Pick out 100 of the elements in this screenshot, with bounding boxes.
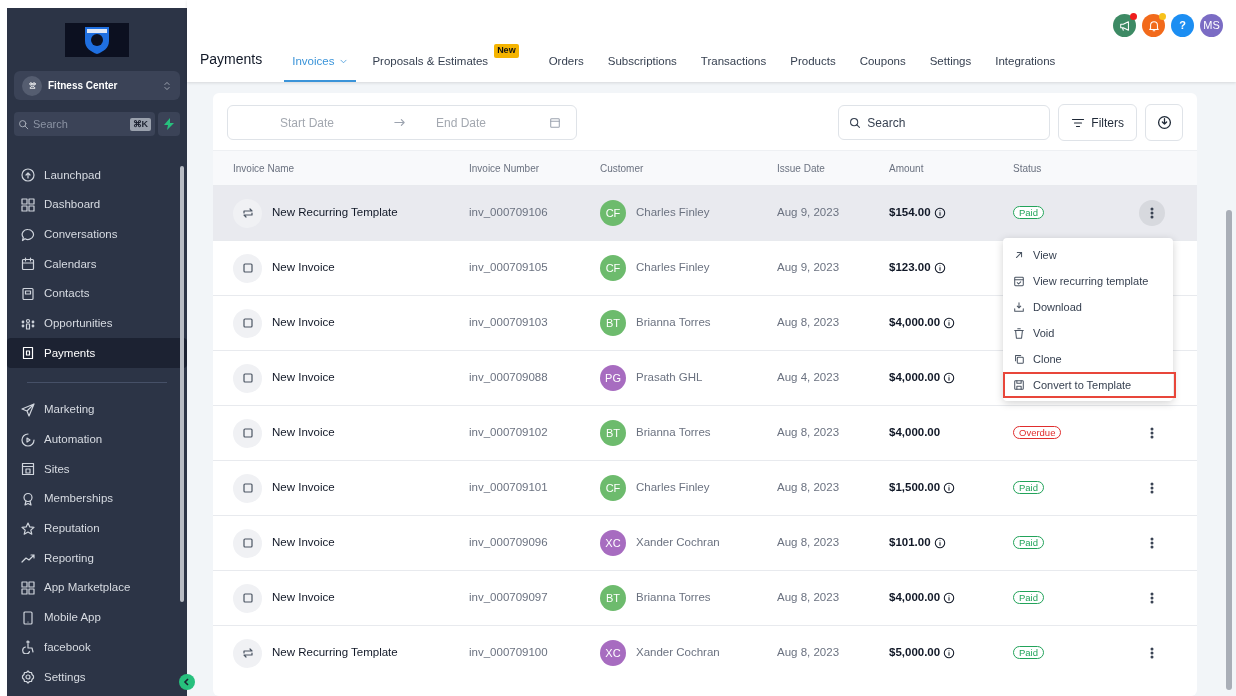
account-switcher[interactable]: Fitness Center	[14, 71, 180, 101]
status-badge: Paid	[1013, 481, 1044, 495]
sidebar-item[interactable]: Dashboard	[7, 190, 187, 220]
sidebar-item[interactable]: Conversations	[7, 219, 187, 250]
nav-tab[interactable]: Settings	[921, 52, 980, 82]
customer-avatar: BT	[600, 420, 626, 446]
announcements-button[interactable]	[1113, 14, 1136, 37]
notifications-button[interactable]	[1142, 14, 1165, 37]
sidebar-item[interactable]: Contacts	[7, 279, 187, 309]
info-icon	[943, 482, 956, 494]
customer-name: Xander Cochran	[636, 535, 720, 551]
settings-icon	[21, 670, 35, 685]
grid-icon	[21, 197, 35, 212]
invoice-number: inv_000709097	[469, 590, 549, 606]
table-row[interactable]: New Invoice inv_000709101 CF Charles Finley Aug 8, 2023 $1,500.00 Paid	[213, 460, 1197, 515]
invoice-number: inv_000709105	[469, 260, 549, 276]
user-avatar[interactable]: MS	[1200, 14, 1223, 37]
menu-item[interactable]: Convert to Template	[1003, 372, 1176, 398]
table-row[interactable]: New Recurring Template inv_000709100 XC Xander Cochran Aug 8, 2023 $5,000.00 Paid	[213, 625, 1197, 680]
nav-tab[interactable]: Orders	[540, 52, 592, 82]
invoice-name: New Invoice	[272, 260, 335, 276]
account-name: Fitness Center	[48, 79, 119, 94]
sidebar-item[interactable]: Opportunities	[7, 308, 187, 339]
invoice-number: inv_000709102	[469, 425, 549, 441]
invoice-name: New Invoice	[272, 370, 335, 386]
customer-name: Xander Cochran	[636, 645, 720, 661]
sidebar-item[interactable]: Payments	[7, 338, 187, 369]
search-field[interactable]: Search	[33, 116, 103, 133]
amount: $4,000.00	[889, 370, 941, 386]
invoice-name: New Invoice	[272, 480, 335, 496]
table-row[interactable]: New Invoice inv_000709096 XC Xander Cochran Aug 8, 2023 $101.00 Paid	[213, 515, 1197, 570]
nav-tab[interactable]: Coupons	[851, 52, 914, 82]
quick-action-button[interactable]	[158, 112, 180, 137]
menu-item[interactable]: View recurring template	[1003, 268, 1173, 294]
issue-date: Aug 8, 2023	[777, 425, 841, 441]
contact-book-icon	[21, 286, 35, 301]
scrollbar[interactable]	[1226, 210, 1232, 690]
invoice-number: inv_000709103	[469, 315, 549, 331]
info-icon	[933, 207, 946, 219]
invoice-number: inv_000709100	[469, 645, 549, 661]
amount: $5,000.00	[889, 645, 941, 661]
megaphone-icon	[1118, 19, 1131, 32]
menu-item[interactable]: View	[1003, 242, 1173, 268]
nav-tab[interactable]: Proposals & Estimates	[364, 52, 497, 82]
customer-name: Brianna Torres	[636, 425, 711, 441]
customer-name: Charles Finley	[636, 480, 710, 496]
sidebar-item[interactable]: Reporting	[7, 543, 187, 574]
sidebar-item[interactable]: facebook	[7, 632, 187, 663]
calendar-icon	[21, 257, 35, 272]
search-icon	[18, 118, 29, 130]
invoice-name: New Invoice	[272, 590, 335, 606]
search-field[interactable]: Search	[838, 105, 1051, 140]
nav-tab[interactable]: Transactions	[692, 52, 775, 82]
search-field[interactable]: Search ⌘K	[14, 112, 155, 137]
customer-avatar: XC	[600, 640, 626, 666]
issue-date: Aug 8, 2023	[777, 590, 841, 606]
nav-tab[interactable]: Products	[782, 52, 844, 82]
table-row[interactable]: New Invoice inv_000709102 BT Brianna Torres Aug 8, 2023 $4,000.00 Overdue	[213, 405, 1197, 460]
sidebar-item[interactable]: Settings	[7, 662, 173, 692]
invoice-number: inv_000709096	[469, 535, 549, 551]
download-button[interactable]	[1145, 104, 1183, 141]
filters-button[interactable]: Filters	[1058, 104, 1137, 141]
sidebar-item[interactable]: Launchpad	[7, 160, 187, 190]
column-header: Customer	[600, 161, 645, 176]
nav-tab[interactable]: Subscriptions	[599, 52, 685, 82]
more-button[interactable]	[1139, 200, 1165, 226]
sidebar-item[interactable]: App Marketplace	[7, 573, 187, 603]
sidebar-item[interactable]: Sites	[7, 454, 187, 485]
nav-tab[interactable]: Integrations	[987, 52, 1064, 82]
customer-name: Prasath GHL	[636, 370, 703, 386]
invoice-number: inv_000709106	[469, 205, 549, 221]
status-badge: Paid	[1013, 206, 1044, 220]
document-icon	[21, 346, 35, 361]
customer-name: Brianna Torres	[636, 590, 711, 606]
sidebar-item[interactable]: Memberships	[7, 484, 187, 514]
status-badge: Paid	[1013, 591, 1044, 605]
menu-item[interactable]: Void	[1003, 320, 1173, 346]
info-icon	[943, 372, 956, 384]
shortcut-key: ⌘K	[129, 117, 151, 132]
amount: $154.00	[889, 205, 931, 221]
calendar-icon	[549, 116, 561, 129]
issue-date: Aug 8, 2023	[777, 645, 841, 661]
sidebar-item[interactable]: Reputation	[7, 513, 187, 544]
customer-avatar: BT	[600, 585, 626, 611]
amount: $4,000.00	[889, 590, 941, 606]
table-row[interactable]: New Invoice inv_000709097 BT Brianna Torres Aug 8, 2023 $4,000.00 Paid	[213, 570, 1197, 625]
accessibility-icon	[21, 640, 35, 655]
customer-avatar: CF	[600, 475, 626, 501]
arrow-right-icon	[393, 116, 406, 129]
customer-name: Brianna Torres	[636, 315, 711, 331]
invoice-number: inv_000709088	[469, 370, 549, 386]
menu-item[interactable]: Download	[1003, 294, 1173, 320]
scrollbar[interactable]	[180, 166, 184, 602]
notification-dot	[1130, 13, 1137, 20]
logo	[65, 23, 129, 57]
sidebar-item[interactable]: Mobile App	[7, 602, 187, 633]
sidebar-item[interactable]: Calendars	[7, 249, 187, 280]
sidebar-item[interactable]: Automation	[7, 424, 187, 455]
collapse-button[interactable]	[179, 674, 195, 690]
sidebar-item[interactable]: Marketing	[7, 395, 187, 425]
